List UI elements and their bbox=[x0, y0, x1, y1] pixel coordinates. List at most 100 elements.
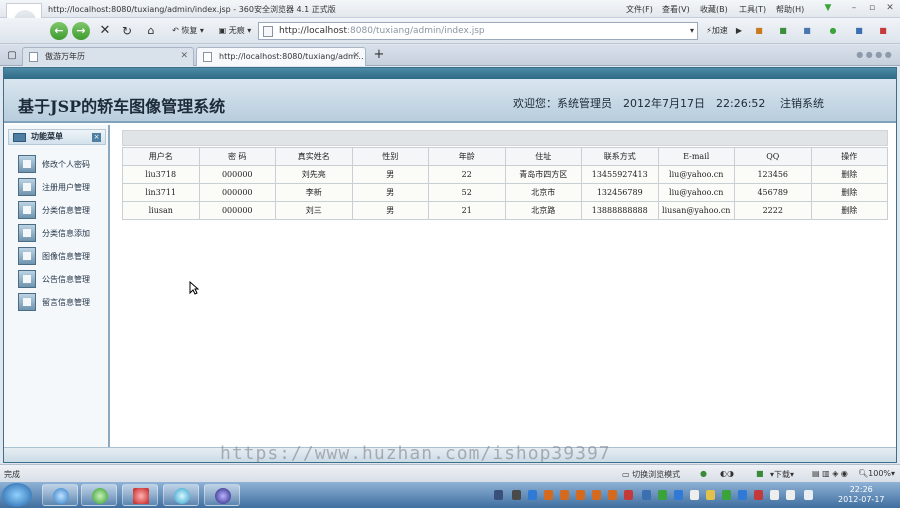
tray-icon[interactable] bbox=[528, 490, 537, 500]
taskbar-app-icon[interactable] bbox=[122, 484, 158, 506]
tray-icon[interactable] bbox=[494, 490, 503, 500]
menu-file[interactable]: 文件(F) bbox=[626, 4, 653, 15]
tray-icon[interactable] bbox=[770, 490, 779, 500]
restore-icon[interactable]: ▫ bbox=[866, 3, 878, 14]
tray-icon[interactable] bbox=[754, 490, 763, 500]
switch-mode-button[interactable]: ▭ 切换浏览模式 bbox=[622, 469, 680, 480]
tab-bar: ▢ 傲游万年历 ✕ http://localhost:8080/tuxiang/a… bbox=[0, 45, 900, 66]
tray-icon[interactable] bbox=[608, 490, 617, 500]
url-host: http://localhost bbox=[279, 26, 347, 36]
cell-age: 21 bbox=[428, 201, 506, 220]
forward-arrow-icon[interactable]: → bbox=[72, 22, 90, 40]
settings-icon[interactable]: ■ bbox=[876, 22, 890, 40]
col-qq: QQ bbox=[734, 147, 812, 166]
tools-icon[interactable]: ■ bbox=[800, 22, 814, 40]
cell-email: liu@yahoo.cn bbox=[657, 165, 735, 184]
minimize-icon[interactable]: – bbox=[848, 3, 860, 14]
tab-controls-icon[interactable]: ● ● ● ● bbox=[852, 46, 896, 64]
accelerate-button[interactable]: ⚡加速 bbox=[702, 22, 732, 40]
col-action: 操作 bbox=[810, 147, 888, 166]
col-contact: 联系方式 bbox=[581, 147, 659, 166]
tray-icon[interactable] bbox=[560, 490, 569, 500]
tray-icon[interactable] bbox=[674, 490, 683, 500]
tab-admin[interactable]: http://localhost:8080/tuxiang/adm... ✕ bbox=[196, 47, 366, 66]
cell-password: 000000 bbox=[198, 183, 276, 202]
taskbar-eclipse-icon[interactable] bbox=[204, 484, 240, 506]
delete-link[interactable]: 删除 bbox=[810, 183, 888, 202]
taskbar-360-browser-icon[interactable] bbox=[81, 484, 117, 506]
col-email: E-mail bbox=[657, 147, 735, 166]
sidebar-toggle-icon[interactable]: ▢ bbox=[6, 47, 18, 65]
tab-label: http://localhost:8080/tuxiang/adm... bbox=[219, 52, 364, 61]
cell-real-name: 刘三 bbox=[275, 201, 353, 220]
taskbar-ie-icon[interactable] bbox=[42, 484, 78, 506]
play-icon[interactable]: ▶ bbox=[734, 22, 744, 40]
cell-real-name: 李新 bbox=[275, 183, 353, 202]
menu-help[interactable]: 帮助(H) bbox=[776, 4, 804, 15]
tray-icon[interactable] bbox=[786, 490, 795, 500]
cell-contact: 132456789 bbox=[581, 183, 659, 202]
refresh-icon[interactable]: ↻ bbox=[120, 22, 134, 40]
start-button[interactable] bbox=[2, 483, 32, 507]
tray-icon[interactable] bbox=[576, 490, 585, 500]
tray-icon[interactable] bbox=[738, 490, 747, 500]
menu-tools[interactable]: 工具(T) bbox=[739, 4, 766, 15]
new-tab-icon[interactable]: + bbox=[370, 46, 388, 64]
delete-link[interactable]: 删除 bbox=[810, 201, 888, 220]
sidebar-title: 功能菜单 bbox=[31, 132, 63, 141]
clock-date: 2012-07-17 bbox=[838, 495, 885, 504]
url-path: :8080/tuxiang/admin/index.jsp bbox=[346, 26, 485, 36]
volume-icon[interactable] bbox=[804, 490, 813, 500]
incognito-button[interactable]: ▣ 无痕 ▾ bbox=[214, 22, 256, 40]
favorites-icon[interactable]: ■ bbox=[852, 22, 866, 40]
tray-icon[interactable] bbox=[658, 490, 667, 500]
dropdown-icon[interactable]: ▾ bbox=[686, 22, 698, 40]
tray-icon[interactable] bbox=[690, 490, 699, 500]
status-tools-icon[interactable]: ▤ ▥ ◈ ◉ bbox=[812, 469, 848, 478]
tray-icon[interactable] bbox=[642, 490, 651, 500]
cell-age: 52 bbox=[428, 183, 506, 202]
menu-view[interactable]: 查看(V) bbox=[662, 4, 690, 15]
extensions-icon[interactable]: ■ bbox=[752, 22, 766, 40]
delete-link[interactable]: 删除 bbox=[810, 165, 888, 184]
close-icon[interactable]: ✕ bbox=[884, 3, 896, 14]
address-bar[interactable]: http://localhost:8080/tuxiang/admin/inde… bbox=[258, 22, 698, 40]
download-button[interactable]: ▾下载▾ bbox=[770, 469, 794, 480]
download-icon[interactable]: ■ bbox=[776, 22, 790, 40]
tray-icon[interactable] bbox=[512, 490, 521, 500]
taskbar-network-icon[interactable] bbox=[163, 484, 199, 506]
globe-icon[interactable]: ● bbox=[700, 469, 707, 478]
tray-icon[interactable] bbox=[706, 490, 715, 500]
collapse-icon[interactable]: × bbox=[92, 133, 101, 142]
col-real-name: 真实姓名 bbox=[275, 147, 353, 166]
back-arrow-icon[interactable]: ← bbox=[50, 22, 68, 40]
shirt-icon[interactable]: ▼ bbox=[822, 3, 834, 14]
switch-mode-label: 切换浏览模式 bbox=[632, 470, 681, 479]
cell-age: 22 bbox=[428, 165, 506, 184]
tab-calendar[interactable]: 傲游万年历 ✕ bbox=[22, 47, 194, 66]
cell-password: 000000 bbox=[198, 201, 276, 220]
zoom-control[interactable]: 🔍︎100%▾ bbox=[858, 469, 895, 478]
table-row: liu3718 000000 刘先亮 男 22 青岛市四方区 134559274… bbox=[122, 165, 888, 184]
tray-icon[interactable] bbox=[624, 490, 633, 500]
welcome-text: 欢迎您：系统管理员 2012年7月17日 22:26:52 bbox=[513, 97, 766, 110]
stop-icon[interactable]: ✕ bbox=[98, 22, 112, 40]
tray-icon[interactable] bbox=[592, 490, 601, 500]
cell-gender: 男 bbox=[351, 183, 429, 202]
tray-icon[interactable] bbox=[722, 490, 731, 500]
security-icon[interactable]: ● bbox=[826, 22, 840, 40]
tray-icon[interactable] bbox=[544, 490, 553, 500]
home-icon[interactable]: ⌂ bbox=[144, 22, 158, 40]
close-icon[interactable]: ✕ bbox=[352, 48, 360, 65]
sidebar-item-label: 留言信息管理 bbox=[42, 298, 90, 307]
logout-link[interactable]: 注销系统 bbox=[780, 95, 824, 111]
menu-favorites[interactable]: 收藏(B) bbox=[700, 4, 728, 15]
close-icon[interactable]: ✕ bbox=[180, 48, 188, 65]
toggle-icon[interactable]: ◐◑ bbox=[720, 469, 734, 478]
restore-closed-button[interactable]: ↶ 恢复 ▾ bbox=[166, 22, 210, 40]
clock-time: 22:26 bbox=[849, 485, 873, 494]
image-icon[interactable]: ■ bbox=[756, 469, 764, 478]
cell-password: 000000 bbox=[198, 165, 276, 184]
taskbar: 22:26 2012-07-17 bbox=[0, 482, 900, 508]
table-title-bar bbox=[122, 130, 888, 146]
